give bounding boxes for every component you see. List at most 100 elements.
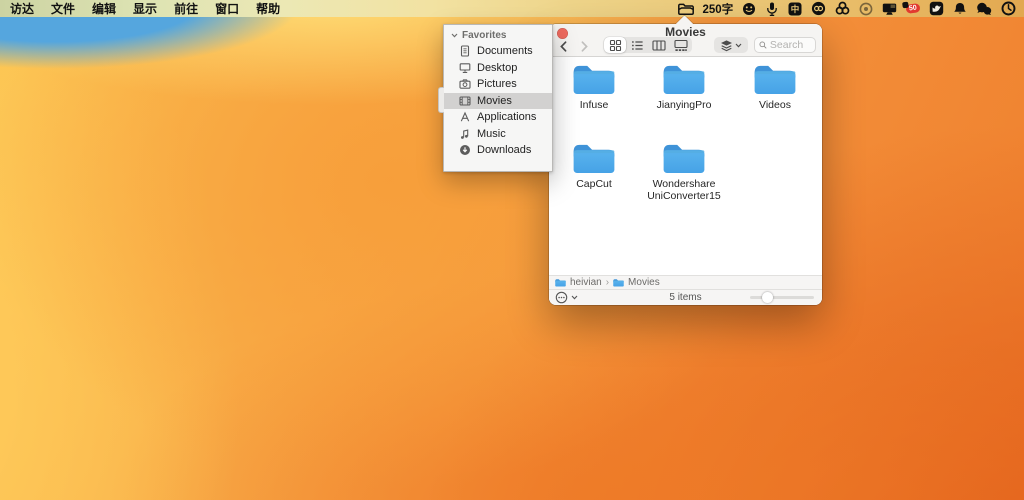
folder-label: Infuse [579, 99, 609, 111]
folder-item-infuse[interactable]: Infuse [552, 62, 636, 111]
nav-buttons [558, 40, 590, 53]
path-segment-movies[interactable]: Movies [628, 277, 660, 288]
sidebar-item-music[interactable]: Music [444, 126, 552, 143]
folder-icon [613, 278, 624, 287]
menu-bar: 访达 文件 编辑 显示 前往 窗口 帮助 250字 中 50 [0, 0, 1024, 17]
display-icon[interactable] [882, 0, 897, 17]
emoji-icon[interactable] [742, 0, 756, 17]
camera-icon [459, 79, 471, 90]
status-circle-icon[interactable] [859, 0, 873, 17]
word-count-label[interactable]: 250字 [703, 0, 734, 17]
list-view-button[interactable] [626, 37, 648, 53]
folder-item-capcut[interactable]: CapCut [552, 141, 636, 190]
list-view-icon [631, 40, 643, 50]
sidebar-item-documents[interactable]: Documents [444, 43, 552, 60]
menu-help[interactable]: 帮助 [256, 0, 280, 17]
red-badge-50-icon[interactable]: 50 [905, 0, 921, 17]
folder-icon [753, 62, 797, 95]
bird-app-icon[interactable] [929, 0, 944, 17]
applications-icon [460, 111, 470, 122]
gallery-view-icon [674, 39, 688, 51]
item-count-label: 5 items [669, 292, 702, 303]
status-bar: 5 items [549, 289, 822, 305]
menu-bar-status-tray: 250字 中 50 [677, 0, 1024, 17]
slider-knob[interactable] [762, 292, 773, 303]
folder-icon [572, 141, 616, 174]
folder-icon [572, 62, 616, 95]
folder-contents[interactable]: Infuse JianyingPro Videos CapCut Wonders… [549, 57, 822, 275]
sidebar-label: Pictures [477, 78, 517, 91]
forward-button-icon[interactable] [579, 40, 590, 53]
creative-cloud-icon[interactable] [811, 0, 826, 17]
finder-window: Movies Search Infuse JianyingPro Videos … [549, 15, 822, 305]
sidebar-item-applications[interactable]: Applications [444, 109, 552, 126]
svg-text:中: 中 [791, 4, 800, 14]
document-icon [460, 45, 470, 57]
finder-sidebar-panel: Favorites Documents Desktop Pictures Mov… [438, 24, 553, 172]
folder-item-videos[interactable]: Videos [733, 62, 817, 111]
menu-view[interactable]: 显示 [133, 0, 157, 17]
view-mode-segmented-control [604, 37, 692, 53]
folder-icon [662, 62, 706, 95]
folder-label: Wondershare UniConverter15 [647, 178, 721, 202]
menu-finder[interactable]: 访达 [10, 0, 34, 17]
back-button-icon[interactable] [558, 40, 569, 53]
sidebar-item-movies[interactable]: Movies [444, 92, 552, 109]
input-method-icon[interactable]: 中 [788, 0, 802, 17]
window-titlebar[interactable]: Movies [549, 24, 822, 57]
search-input[interactable] [769, 39, 811, 51]
sidebar-label: Desktop [477, 61, 518, 74]
folder-item-wondershare[interactable]: Wondershare UniConverter15 [642, 141, 726, 202]
folder-icon [662, 141, 706, 174]
chevron-down-icon [571, 295, 578, 300]
favorites-header[interactable]: Favorites [444, 29, 552, 43]
sidebar-label: Documents [477, 45, 533, 58]
search-field[interactable] [754, 37, 816, 53]
menu-go[interactable]: 前往 [174, 0, 198, 17]
sidebar-label: Downloads [477, 144, 532, 157]
sidebar-label: Music [477, 127, 506, 140]
desktop-icon [459, 62, 471, 73]
icon-size-slider[interactable] [750, 292, 814, 303]
circle-ellipsis-icon [555, 291, 568, 304]
path-segment-home[interactable]: heivian [570, 277, 602, 288]
icon-view-button[interactable] [604, 37, 626, 53]
folder-icon [555, 278, 566, 287]
color-rings-icon[interactable] [835, 0, 850, 17]
sidebar-label: Applications [477, 111, 537, 124]
menu-bar-menus: 访达 文件 编辑 显示 前往 窗口 帮助 [0, 0, 280, 17]
folder-label: JianyingPro [656, 99, 712, 111]
gallery-view-button[interactable] [670, 37, 692, 53]
folder-item-jianyingpro[interactable]: JianyingPro [642, 62, 726, 111]
grid-view-icon [609, 39, 621, 51]
bell-icon[interactable] [953, 0, 967, 17]
sidebar-item-desktop[interactable]: Desktop [444, 60, 552, 77]
menu-edit[interactable]: 编辑 [92, 0, 116, 17]
column-view-button[interactable] [648, 37, 670, 53]
path-bar: heivian › Movies [549, 275, 822, 289]
microphone-icon[interactable] [765, 0, 779, 17]
music-note-icon [461, 129, 469, 139]
sidebar-item-pictures[interactable]: Pictures [444, 76, 552, 93]
favorites-label: Favorites [462, 30, 507, 41]
chevron-down-icon [451, 33, 458, 38]
menu-file[interactable]: 文件 [51, 0, 75, 17]
folder-label: CapCut [576, 178, 612, 190]
path-separator: › [605, 277, 610, 288]
chevron-down-icon [735, 43, 742, 48]
film-icon [459, 96, 471, 106]
group-by-button[interactable] [714, 37, 748, 53]
menu-window[interactable]: 窗口 [215, 0, 239, 17]
sidebar-item-downloads[interactable]: Downloads [444, 142, 552, 159]
search-icon [759, 41, 767, 49]
open-folder-icon[interactable] [677, 0, 694, 17]
column-view-icon [652, 39, 666, 51]
download-circle-icon [460, 145, 470, 156]
sidebar-label: Movies [477, 94, 512, 107]
layers-icon [721, 39, 732, 51]
chat-bubbles-icon[interactable] [976, 0, 992, 17]
panel-handle[interactable] [438, 87, 444, 113]
action-menu-button[interactable] [555, 291, 578, 304]
clock-icon[interactable] [1001, 0, 1016, 17]
folder-label: Videos [759, 99, 791, 111]
